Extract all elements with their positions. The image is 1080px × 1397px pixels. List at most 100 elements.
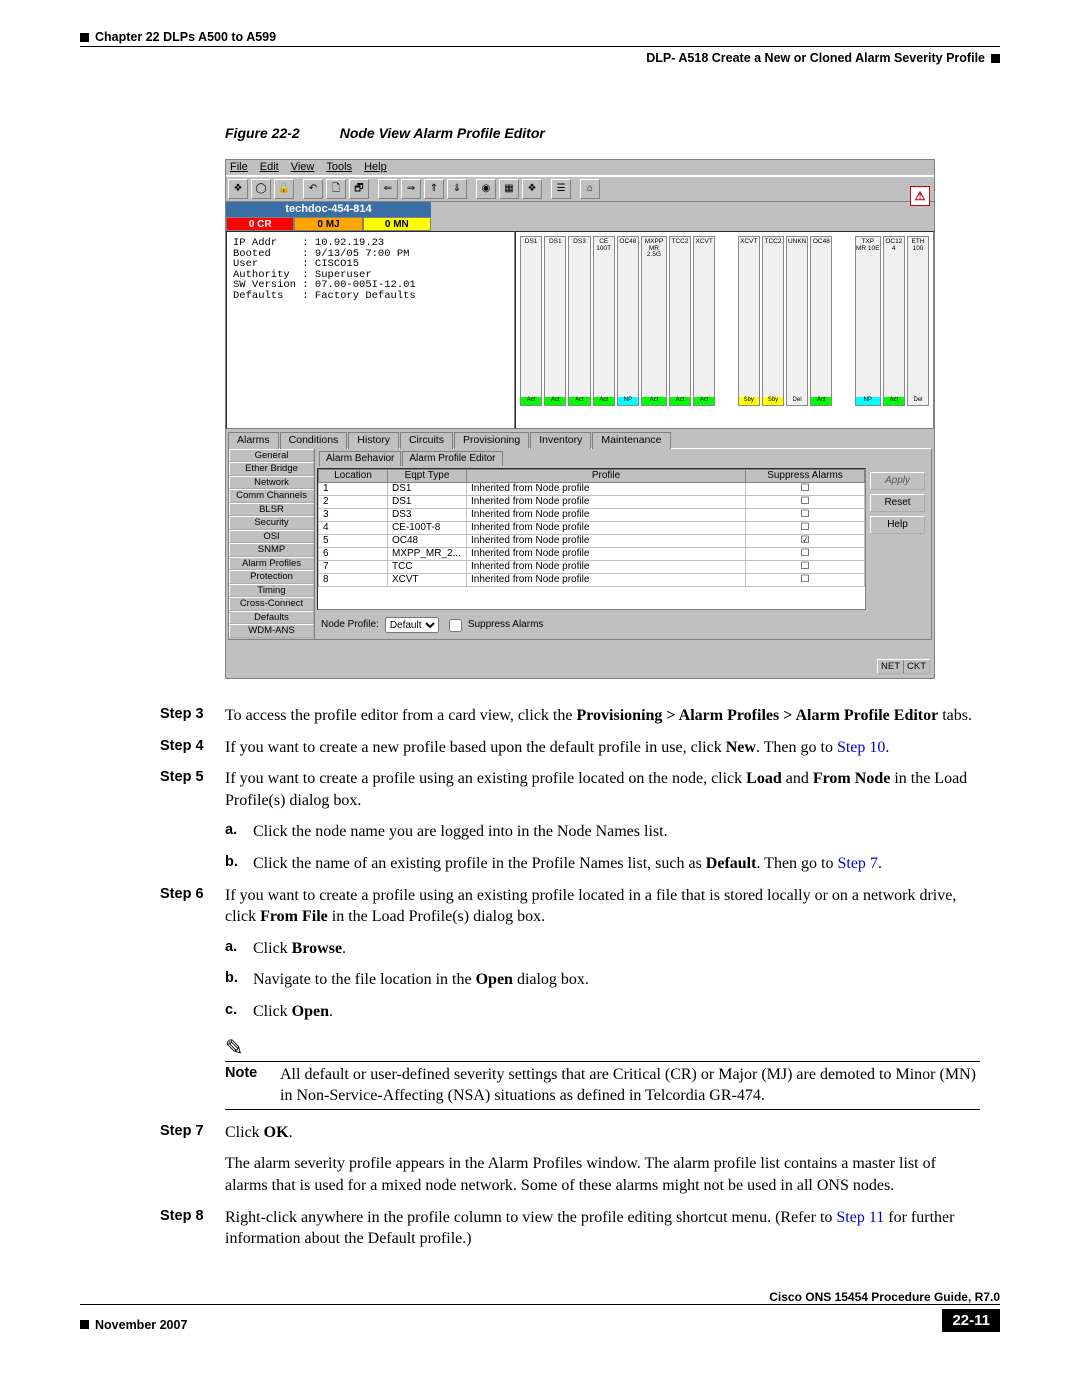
- section-label: DLP- A518 Create a New or Cloned Alarm S…: [646, 51, 985, 65]
- table-row[interactable]: 5OC48Inherited from Node profile☑: [319, 534, 865, 547]
- table-row[interactable]: 3DS3Inherited from Node profile☐: [319, 508, 865, 521]
- table-row[interactable]: 2DS1Inherited from Node profile☐: [319, 495, 865, 508]
- sidebar-item-wdm-ans[interactable]: WDM-ANS: [229, 624, 314, 638]
- sidebar-item-defaults[interactable]: Defaults: [229, 611, 314, 625]
- node-profile-label: Node Profile:: [321, 620, 379, 630]
- tab-provisioning[interactable]: Provisioning: [454, 432, 529, 449]
- shelf-card[interactable]: OC48Act: [810, 236, 832, 406]
- tool-icon[interactable]: ☰: [551, 179, 571, 199]
- alert-icon[interactable]: ⚠: [910, 186, 930, 206]
- node-info-panel: IP Addr : 10.92.19.23 Booted : 9/13/05 7…: [226, 231, 515, 429]
- arrow-down-icon[interactable]: ⇓: [447, 179, 467, 199]
- subtab-alarm-profile-editor[interactable]: Alarm Profile Editor: [402, 451, 502, 466]
- table-row[interactable]: 6MXPP_MR_2...Inherited from Node profile…: [319, 547, 865, 560]
- menu-tools[interactable]: Tools: [326, 162, 352, 173]
- step-3: Step 3 To access the profile editor from…: [160, 705, 980, 727]
- page-header: Chapter 22 DLPs A500 to A599 DLP- A518 C…: [80, 30, 1000, 65]
- sidebar-item-blsr[interactable]: BLSR: [229, 503, 314, 517]
- tab-inventory[interactable]: Inventory: [530, 432, 591, 449]
- app-window: File Edit View Tools Help ❖ ◯ 🔒 ↶ 🗋 🗗 ⇐ …: [225, 159, 935, 679]
- sidebar-item-comm[interactable]: Comm Channels: [229, 489, 314, 503]
- tool-icon[interactable]: ⌂: [580, 179, 600, 199]
- arrow-right-icon[interactable]: ⇒: [401, 179, 421, 199]
- shelf-card[interactable]: TCC2Act: [669, 236, 691, 406]
- sidebar-item-protection[interactable]: Protection: [229, 570, 314, 584]
- menu-bar[interactable]: File Edit View Tools Help: [226, 160, 934, 176]
- side-nav: General Ether Bridge Network Comm Channe…: [229, 449, 315, 639]
- shelf-card[interactable]: OC12 4Act: [883, 236, 905, 406]
- lock-icon[interactable]: 🔒: [274, 179, 294, 199]
- table-row[interactable]: 4CE-100T-8Inherited from Node profile☐: [319, 521, 865, 534]
- shelf-card[interactable]: TCC2Sby: [762, 236, 784, 406]
- page-number: 22-11: [942, 1309, 1000, 1332]
- header-ornament-icon: [991, 54, 1000, 63]
- tab-history[interactable]: History: [348, 432, 399, 449]
- status-major: 0 MJ: [294, 217, 362, 231]
- tool-icon[interactable]: ❖: [522, 179, 542, 199]
- table-row[interactable]: 8XCVTInherited from Node profile☐: [319, 573, 865, 586]
- shelf-card[interactable]: DS3Act: [568, 236, 590, 406]
- step-5: Step 5 If you want to create a profile u…: [160, 768, 980, 874]
- tab-maintenance[interactable]: Maintenance: [592, 432, 670, 449]
- sidebar-item-osi[interactable]: OSI: [229, 530, 314, 544]
- apply-button[interactable]: Apply: [870, 472, 925, 490]
- tool-icon[interactable]: ↶: [303, 179, 323, 199]
- shelf-view[interactable]: DS1Act DS1Act DS3Act CE 100TAct OC48NP M…: [515, 231, 934, 429]
- sidebar-item-snmp[interactable]: SNMP: [229, 543, 314, 557]
- node-profile-select[interactable]: Default: [385, 617, 439, 633]
- page-footer: Cisco ONS 15454 Procedure Guide, R7.0 No…: [80, 1290, 1000, 1332]
- sidebar-item-security[interactable]: Security: [229, 516, 314, 530]
- shelf-card[interactable]: MXPP MR 2.5GAct: [641, 236, 667, 406]
- subtab-alarm-behavior[interactable]: Alarm Behavior: [319, 451, 401, 466]
- menu-file[interactable]: File: [230, 162, 248, 173]
- arrow-up-icon[interactable]: ⇑: [424, 179, 444, 199]
- step-7: Step 7 Click OK. The alarm severity prof…: [160, 1122, 980, 1197]
- arrow-left-icon[interactable]: ⇐: [378, 179, 398, 199]
- sidebar-item-timing[interactable]: Timing: [229, 584, 314, 598]
- footer-date: November 2007: [95, 1318, 187, 1332]
- reset-button[interactable]: Reset: [870, 494, 925, 512]
- status-minor: 0 MN: [363, 217, 431, 231]
- shelf-card[interactable]: TXP MR 10ENP: [855, 236, 881, 406]
- sidebar-item-network[interactable]: Network: [229, 476, 314, 490]
- shelf-card[interactable]: XCVTAct: [693, 236, 715, 406]
- sidebar-item-alarm-profiles[interactable]: Alarm Profiles: [229, 557, 314, 571]
- tab-conditions[interactable]: Conditions: [280, 432, 348, 449]
- sidebar-item-ether[interactable]: Ether Bridge: [229, 462, 314, 476]
- profile-table[interactable]: Location Eqpt Type Profile Suppress Alar…: [317, 468, 866, 610]
- link-step11[interactable]: Step 11: [836, 1209, 884, 1226]
- tab-circuits[interactable]: Circuits: [400, 432, 453, 449]
- shelf-card[interactable]: OC48NP: [617, 236, 639, 406]
- shelf-card[interactable]: UNKNDel: [786, 236, 808, 406]
- menu-edit[interactable]: Edit: [260, 162, 279, 173]
- menu-view[interactable]: View: [291, 162, 315, 173]
- table-row[interactable]: 1DS1Inherited from Node profile☐: [319, 482, 865, 495]
- suppress-alarms-checkbox[interactable]: Suppress Alarms: [445, 616, 544, 635]
- shelf-card[interactable]: DS1Act: [520, 236, 542, 406]
- chapter-label: Chapter 22 DLPs A500 to A599: [95, 30, 276, 44]
- shelf-card[interactable]: DS1Act: [544, 236, 566, 406]
- tool-icon[interactable]: ▦: [499, 179, 519, 199]
- toolbar: ❖ ◯ 🔒 ↶ 🗋 🗗 ⇐ ⇒ ⇑ ⇓ ◉ ▦ ❖ ☰ ⌂: [226, 176, 934, 202]
- tool-icon[interactable]: ◉: [476, 179, 496, 199]
- help-button[interactable]: Help: [870, 516, 925, 534]
- shelf-card[interactable]: CE 100TAct: [593, 236, 615, 406]
- tool-icon[interactable]: ❖: [228, 179, 248, 199]
- main-tabs: Alarms Conditions History Circuits Provi…: [226, 429, 934, 448]
- footer-ornament-icon: [80, 1320, 89, 1329]
- status-critical: 0 CR: [226, 217, 294, 231]
- tool-icon[interactable]: 🗋: [326, 179, 346, 199]
- sidebar-item-general[interactable]: General: [229, 449, 314, 463]
- link-step7[interactable]: Step 7: [837, 855, 877, 872]
- tool-icon[interactable]: ◯: [251, 179, 271, 199]
- shelf-card[interactable]: ETH 100Del: [907, 236, 929, 406]
- shelf-card[interactable]: XCVTSby: [738, 236, 760, 406]
- tool-icon[interactable]: 🗗: [349, 179, 369, 199]
- sidebar-item-cross-connect[interactable]: Cross-Connect: [229, 597, 314, 611]
- table-row[interactable]: 7TCCInherited from Node profile☐: [319, 560, 865, 573]
- menu-help[interactable]: Help: [364, 162, 387, 173]
- tab-alarms[interactable]: Alarms: [228, 432, 279, 449]
- net-ckt-indicator: NETCKT: [877, 659, 930, 675]
- link-step10[interactable]: Step 10: [837, 739, 885, 756]
- header-ornament-icon: [80, 33, 89, 42]
